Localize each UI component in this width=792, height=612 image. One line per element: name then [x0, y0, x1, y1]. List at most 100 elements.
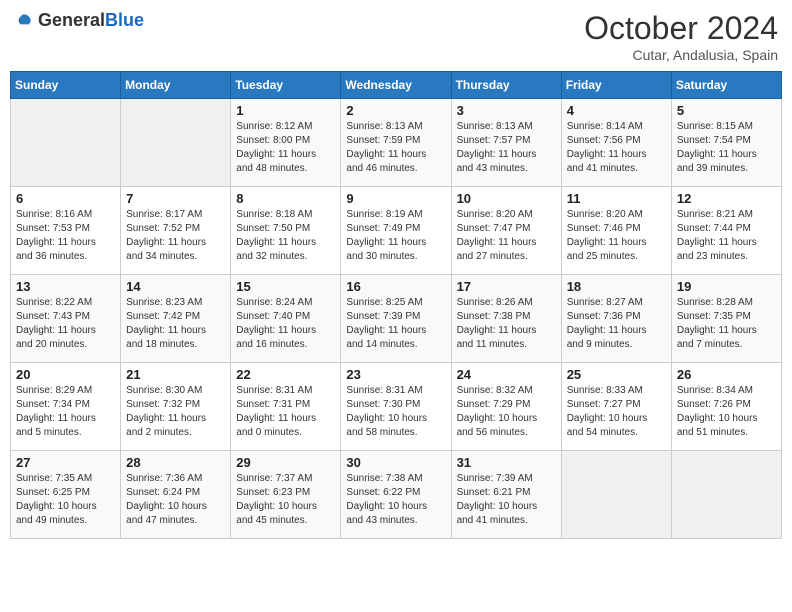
calendar-cell: 23 Sunrise: 8:31 AMSunset: 7:30 PMDayligh… — [341, 363, 451, 451]
day-info: Sunrise: 8:16 AMSunset: 7:53 PMDaylight:… — [16, 208, 115, 264]
day-number: 12 — [677, 191, 776, 206]
page-header: GeneralBlue October 2024 Cutar, Andalusi… — [10, 10, 782, 63]
day-info: Sunrise: 7:37 AMSunset: 6:23 PMDaylight:… — [236, 472, 335, 528]
day-number: 25 — [567, 367, 666, 382]
day-number: 20 — [16, 367, 115, 382]
day-info: Sunrise: 8:20 AMSunset: 7:47 PMDaylight:… — [457, 208, 556, 264]
day-number: 22 — [236, 367, 335, 382]
day-header: Wednesday — [341, 72, 451, 99]
logo: GeneralBlue — [14, 10, 144, 31]
day-number: 26 — [677, 367, 776, 382]
day-number: 1 — [236, 103, 335, 118]
day-number: 8 — [236, 191, 335, 206]
day-number: 11 — [567, 191, 666, 206]
logo-icon — [14, 11, 34, 31]
calendar-cell: 28 Sunrise: 7:36 AMSunset: 6:24 PMDayligh… — [121, 451, 231, 539]
calendar-cell: 3Sunrise: 8:13 AMSunset: 7:57 PMDaylight… — [451, 99, 561, 187]
calendar-cell: 12 Sunrise: 8:21 AMSunset: 7:44 PMDayligh… — [671, 187, 781, 275]
calendar-cell: 25 Sunrise: 8:33 AMSunset: 7:27 PMDayligh… — [561, 363, 671, 451]
day-info: Sunrise: 8:29 AMSunset: 7:34 PMDaylight:… — [16, 384, 115, 440]
calendar-cell: 22Sunrise: 8:31 AMSunset: 7:31 PMDayligh… — [231, 363, 341, 451]
day-info: Sunrise: 7:36 AMSunset: 6:24 PMDaylight:… — [126, 472, 225, 528]
calendar-cell — [121, 99, 231, 187]
day-header: Thursday — [451, 72, 561, 99]
day-number: 21 — [126, 367, 225, 382]
day-info: Sunrise: 8:15 AMSunset: 7:54 PMDaylight:… — [677, 120, 776, 176]
day-info: Sunrise: 8:26 AMSunset: 7:38 PMDaylight:… — [457, 296, 556, 352]
day-info: Sunrise: 8:28 AMSunset: 7:35 PMDaylight:… — [677, 296, 776, 352]
day-info: Sunrise: 8:23 AMSunset: 7:42 PMDaylight:… — [126, 296, 225, 352]
day-number: 10 — [457, 191, 556, 206]
calendar-cell: 6 Sunrise: 8:16 AMSunset: 7:53 PMDaylight… — [11, 187, 121, 275]
day-number: 9 — [346, 191, 445, 206]
day-number: 30 — [346, 455, 445, 470]
calendar-cell — [11, 99, 121, 187]
calendar-cell: 11 Sunrise: 8:20 AMSunset: 7:46 PMDayligh… — [561, 187, 671, 275]
day-info: Sunrise: 8:33 AMSunset: 7:27 PMDaylight:… — [567, 384, 666, 440]
day-number: 31 — [457, 455, 556, 470]
day-info: Sunrise: 8:14 AMSunset: 7:56 PMDaylight:… — [567, 120, 666, 176]
day-info: Sunrise: 7:35 AMSunset: 6:25 PMDaylight:… — [16, 472, 115, 528]
calendar-cell: 1Sunrise: 8:12 AMSunset: 8:00 PMDaylight… — [231, 99, 341, 187]
day-number: 17 — [457, 279, 556, 294]
day-info: Sunrise: 8:22 AMSunset: 7:43 PMDaylight:… — [16, 296, 115, 352]
calendar-cell: 16 Sunrise: 8:25 AMSunset: 7:39 PMDayligh… — [341, 275, 451, 363]
day-info: Sunrise: 8:34 AMSunset: 7:26 PMDaylight:… — [677, 384, 776, 440]
calendar-cell: 5 Sunrise: 8:15 AMSunset: 7:54 PMDaylight… — [671, 99, 781, 187]
day-number: 14 — [126, 279, 225, 294]
day-header: Tuesday — [231, 72, 341, 99]
day-header: Sunday — [11, 72, 121, 99]
logo-text: GeneralBlue — [38, 10, 144, 31]
calendar-cell: 15Sunrise: 8:24 AMSunset: 7:40 PMDayligh… — [231, 275, 341, 363]
calendar-cell: 31Sunrise: 7:39 AMSunset: 6:21 PMDayligh… — [451, 451, 561, 539]
calendar-cell: 19 Sunrise: 8:28 AMSunset: 7:35 PMDayligh… — [671, 275, 781, 363]
day-number: 23 — [346, 367, 445, 382]
calendar-cell: 10 Sunrise: 8:20 AMSunset: 7:47 PMDayligh… — [451, 187, 561, 275]
day-info: Sunrise: 8:13 AMSunset: 7:57 PMDaylight:… — [457, 120, 556, 176]
day-header: Friday — [561, 72, 671, 99]
day-number: 16 — [346, 279, 445, 294]
calendar-week-row: 13 Sunrise: 8:22 AMSunset: 7:43 PMDayligh… — [11, 275, 782, 363]
day-number: 18 — [567, 279, 666, 294]
day-info: Sunrise: 8:17 AMSunset: 7:52 PMDaylight:… — [126, 208, 225, 264]
day-info: Sunrise: 8:18 AMSunset: 7:50 PMDaylight:… — [236, 208, 335, 264]
day-info: Sunrise: 8:31 AMSunset: 7:30 PMDaylight:… — [346, 384, 445, 440]
calendar-cell: 30Sunrise: 7:38 AMSunset: 6:22 PMDayligh… — [341, 451, 451, 539]
day-number: 4 — [567, 103, 666, 118]
calendar-cell: 4 Sunrise: 8:14 AMSunset: 7:56 PMDaylight… — [561, 99, 671, 187]
calendar-cell: 24Sunrise: 8:32 AMSunset: 7:29 PMDayligh… — [451, 363, 561, 451]
calendar-cell: 26 Sunrise: 8:34 AMSunset: 7:26 PMDayligh… — [671, 363, 781, 451]
day-info: Sunrise: 8:20 AMSunset: 7:46 PMDaylight:… — [567, 208, 666, 264]
day-info: Sunrise: 8:19 AMSunset: 7:49 PMDaylight:… — [346, 208, 445, 264]
logo-general: General — [38, 10, 105, 30]
location-subtitle: Cutar, Andalusia, Spain — [584, 47, 778, 63]
calendar-cell: 17 Sunrise: 8:26 AMSunset: 7:38 PMDayligh… — [451, 275, 561, 363]
day-number: 29 — [236, 455, 335, 470]
day-info: Sunrise: 8:13 AMSunset: 7:59 PMDaylight:… — [346, 120, 445, 176]
calendar-cell: 21Sunrise: 8:30 AMSunset: 7:32 PMDayligh… — [121, 363, 231, 451]
day-info: Sunrise: 8:32 AMSunset: 7:29 PMDaylight:… — [457, 384, 556, 440]
calendar-week-row: 1Sunrise: 8:12 AMSunset: 8:00 PMDaylight… — [11, 99, 782, 187]
title-block: October 2024 Cutar, Andalusia, Spain — [584, 10, 778, 63]
day-number: 15 — [236, 279, 335, 294]
calendar-week-row: 20 Sunrise: 8:29 AMSunset: 7:34 PMDayligh… — [11, 363, 782, 451]
calendar-cell: 7 Sunrise: 8:17 AMSunset: 7:52 PMDaylight… — [121, 187, 231, 275]
day-header: Saturday — [671, 72, 781, 99]
day-info: Sunrise: 8:21 AMSunset: 7:44 PMDaylight:… — [677, 208, 776, 264]
day-header: Monday — [121, 72, 231, 99]
day-number: 2 — [346, 103, 445, 118]
day-number: 5 — [677, 103, 776, 118]
day-number: 6 — [16, 191, 115, 206]
day-number: 13 — [16, 279, 115, 294]
day-number: 28 — [126, 455, 225, 470]
day-number: 7 — [126, 191, 225, 206]
calendar-cell: 14 Sunrise: 8:23 AMSunset: 7:42 PMDayligh… — [121, 275, 231, 363]
calendar-table: SundayMondayTuesdayWednesdayThursdayFrid… — [10, 71, 782, 539]
day-info: Sunrise: 8:25 AMSunset: 7:39 PMDaylight:… — [346, 296, 445, 352]
calendar-cell: 8 Sunrise: 8:18 AMSunset: 7:50 PMDaylight… — [231, 187, 341, 275]
calendar-week-row: 6 Sunrise: 8:16 AMSunset: 7:53 PMDaylight… — [11, 187, 782, 275]
header-row: SundayMondayTuesdayWednesdayThursdayFrid… — [11, 72, 782, 99]
calendar-cell: 18Sunrise: 8:27 AMSunset: 7:36 PMDayligh… — [561, 275, 671, 363]
calendar-cell: 27Sunrise: 7:35 AMSunset: 6:25 PMDayligh… — [11, 451, 121, 539]
day-number: 19 — [677, 279, 776, 294]
